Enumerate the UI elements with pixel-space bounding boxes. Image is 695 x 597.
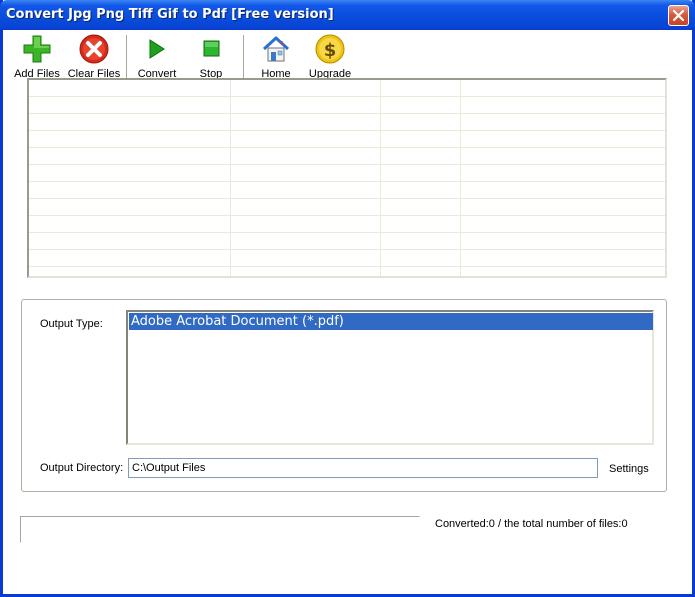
toolbar-separator	[243, 35, 245, 81]
output-type-label: Output Type:	[40, 318, 103, 330]
toolbar: Add Files Clear Files Convert Stop Home …	[3, 30, 692, 84]
window-title: Convert Jpg Png Tiff Gif to Pdf [Free ve…	[6, 7, 334, 22]
add-files-button[interactable]: Add Files	[13, 33, 61, 83]
grid-row	[29, 233, 665, 250]
upgrade-button[interactable]: $ Upgrade	[307, 33, 353, 83]
output-directory-label: Output Directory:	[40, 462, 124, 474]
play-icon	[149, 39, 165, 59]
output-type-listbox[interactable]: Adobe Acrobat Document (*.pdf)	[126, 310, 654, 445]
output-settings-group: Output Type: Adobe Acrobat Document (*.p…	[21, 299, 667, 492]
grid-row	[29, 267, 665, 276]
convert-button[interactable]: Convert	[135, 33, 179, 83]
grid-row	[29, 199, 665, 216]
grid-row	[29, 80, 665, 97]
clear-icon	[79, 34, 109, 64]
clear-files-button[interactable]: Clear Files	[67, 33, 121, 83]
file-list-grid[interactable]	[27, 78, 667, 278]
home-button[interactable]: Home	[255, 33, 297, 83]
grid-row	[29, 148, 665, 165]
settings-link[interactable]: Settings	[609, 463, 649, 475]
toolbar-separator	[126, 35, 128, 81]
grid-row	[29, 114, 665, 131]
grid-row	[29, 182, 665, 199]
progress-bar	[20, 516, 420, 543]
close-button[interactable]	[668, 5, 689, 26]
dollar-icon: $	[315, 34, 345, 64]
stop-icon	[203, 40, 220, 57]
app-window: Convert Jpg Png Tiff Gif to Pdf [Free ve…	[0, 0, 695, 597]
svg-text:$: $	[324, 40, 337, 61]
grid-row	[29, 165, 665, 182]
title-bar[interactable]: Convert Jpg Png Tiff Gif to Pdf [Free ve…	[0, 0, 695, 30]
home-icon	[262, 36, 290, 62]
grid-row	[29, 131, 665, 148]
plus-icon	[23, 35, 51, 63]
output-directory-input[interactable]	[128, 458, 598, 478]
output-type-option-selected[interactable]: Adobe Acrobat Document (*.pdf)	[129, 313, 653, 330]
close-icon	[673, 10, 684, 21]
stop-button[interactable]: Stop	[191, 33, 231, 83]
grid-row	[29, 250, 665, 267]
grid-row	[29, 97, 665, 114]
status-text: Converted:0 / the total number of files:…	[435, 518, 628, 530]
grid-row	[29, 216, 665, 233]
